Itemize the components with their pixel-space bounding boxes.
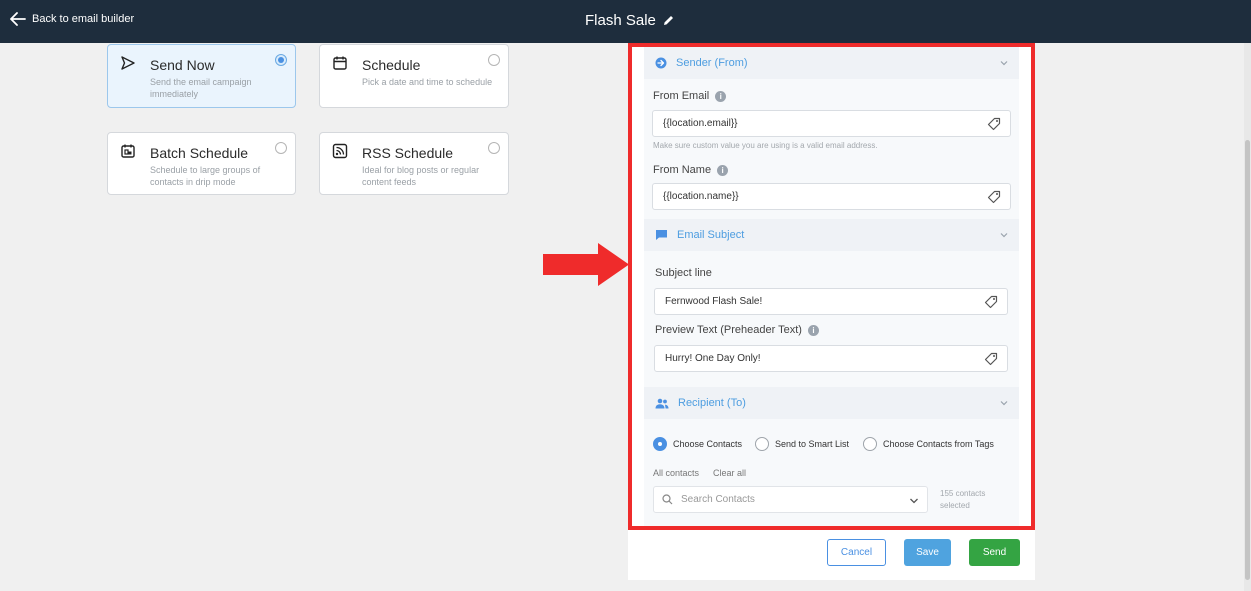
from-name-label: From Name i bbox=[653, 164, 729, 176]
batch-schedule-title: Batch Schedule bbox=[150, 145, 249, 161]
email-subject-section-header[interactable]: Email Subject bbox=[644, 219, 1019, 251]
from-name-value: {{location.name}} bbox=[663, 191, 739, 202]
calendar-icon bbox=[333, 56, 347, 70]
all-contacts-link[interactable]: All contacts bbox=[653, 468, 699, 478]
send-plane-icon bbox=[121, 56, 135, 70]
preview-text-label-text: Preview Text (Preheader Text) bbox=[655, 324, 802, 336]
rss-schedule-desc: Ideal for blog posts or regular content … bbox=[362, 165, 480, 187]
send-button[interactable]: Send bbox=[969, 539, 1020, 566]
search-contacts-placeholder: Search Contacts bbox=[681, 494, 755, 505]
contacts-from-tags-option[interactable]: Choose Contacts from Tags bbox=[863, 437, 994, 451]
rss-icon bbox=[332, 143, 348, 159]
send-now-desc: Send the email campaign immediately bbox=[150, 77, 252, 99]
rss-schedule-card[interactable]: RSS Schedule Ideal for blog posts or reg… bbox=[319, 132, 509, 195]
arrow-circle-icon bbox=[655, 57, 667, 69]
tag-icon[interactable] bbox=[984, 295, 998, 309]
batch-calendar-icon bbox=[121, 144, 135, 158]
smart-list-option[interactable]: Send to Smart List bbox=[755, 437, 849, 451]
choose-contacts-option[interactable]: Choose Contacts bbox=[653, 437, 742, 451]
send-now-radio[interactable] bbox=[275, 54, 287, 66]
search-contacts-dropdown[interactable]: Search Contacts bbox=[653, 486, 928, 513]
from-name-input[interactable]: {{location.name}} bbox=[652, 183, 1011, 210]
recipient-section-header[interactable]: Recipient (To) bbox=[644, 387, 1019, 419]
choose-contacts-radio[interactable] bbox=[653, 437, 667, 451]
schedule-desc: Pick a date and time to schedule bbox=[362, 77, 493, 87]
users-icon bbox=[655, 398, 669, 408]
rss-schedule-title: RSS Schedule bbox=[362, 145, 454, 161]
preview-text-label: Preview Text (Preheader Text) i bbox=[655, 324, 819, 336]
contacts-from-tags-radio[interactable] bbox=[863, 437, 877, 451]
chevron-down-icon bbox=[1000, 233, 1008, 238]
tag-icon[interactable] bbox=[987, 117, 1001, 131]
batch-schedule-desc: Schedule to large groups of contacts in … bbox=[150, 165, 261, 187]
info-icon[interactable]: i bbox=[807, 324, 819, 336]
search-icon bbox=[662, 494, 673, 505]
schedule-title: Schedule bbox=[362, 57, 421, 73]
tag-icon[interactable] bbox=[984, 352, 998, 366]
batch-schedule-card[interactable]: Batch Schedule Schedule to large groups … bbox=[107, 132, 296, 195]
pencil-icon[interactable] bbox=[663, 15, 674, 26]
send-now-card[interactable]: Send Now Send the email campaign immedia… bbox=[107, 44, 296, 108]
contacts-from-tags-label: Choose Contacts from Tags bbox=[883, 439, 994, 449]
info-icon[interactable]: i bbox=[715, 90, 727, 102]
sender-heading: Sender (From) bbox=[676, 57, 748, 69]
clear-all-link[interactable]: Clear all bbox=[713, 468, 746, 478]
batch-schedule-radio[interactable] bbox=[275, 142, 287, 154]
chevron-down-icon bbox=[1000, 401, 1008, 406]
save-button[interactable]: Save bbox=[904, 539, 951, 566]
choose-contacts-label: Choose Contacts bbox=[673, 439, 743, 449]
preview-text-value: Hurry! One Day Only! bbox=[665, 353, 761, 364]
chevron-down-icon bbox=[1000, 61, 1008, 66]
email-subject-heading: Email Subject bbox=[677, 229, 745, 241]
schedule-radio[interactable] bbox=[488, 54, 500, 66]
chevron-down-icon bbox=[910, 498, 918, 504]
smart-list-radio[interactable] bbox=[755, 437, 769, 451]
smart-list-label: Send to Smart List bbox=[775, 439, 850, 449]
rss-schedule-radio[interactable] bbox=[488, 142, 500, 154]
from-email-label: From Email i bbox=[653, 90, 727, 102]
subject-line-input[interactable]: Fernwood Flash Sale! bbox=[654, 288, 1008, 315]
schedule-card[interactable]: Schedule Pick a date and time to schedul… bbox=[319, 44, 509, 108]
contacts-selected-count: 155 contacts selected bbox=[940, 489, 986, 510]
arrow-left-icon bbox=[10, 12, 26, 26]
red-arrow-icon bbox=[543, 243, 629, 286]
from-name-label-text: From Name bbox=[653, 164, 712, 176]
info-icon[interactable]: i bbox=[717, 164, 729, 176]
cancel-button[interactable]: Cancel bbox=[827, 539, 886, 566]
subject-line-value: Fernwood Flash Sale! bbox=[665, 296, 763, 307]
back-label: Back to email builder bbox=[32, 13, 135, 25]
back-to-email-builder-button[interactable]: Back to email builder bbox=[10, 12, 134, 26]
top-bar: Back to email builder Flash Sale bbox=[0, 0, 1251, 43]
subject-line-label: Subject line bbox=[655, 267, 712, 279]
chat-bubble-icon bbox=[656, 230, 667, 240]
send-now-title: Send Now bbox=[150, 57, 215, 73]
page-scrollbar-thumb[interactable] bbox=[1245, 140, 1250, 580]
recipient-heading: Recipient (To) bbox=[678, 397, 746, 409]
campaign-title-text: Flash Sale bbox=[585, 12, 656, 29]
tag-icon[interactable] bbox=[987, 190, 1001, 204]
from-email-input[interactable]: {{location.email}} bbox=[652, 110, 1011, 137]
from-email-value: {{location.email}} bbox=[663, 118, 738, 129]
from-email-hint: Make sure custom value you are using is … bbox=[653, 141, 878, 150]
sender-section-header[interactable]: Sender (From) bbox=[644, 47, 1019, 79]
from-email-label-text: From Email bbox=[653, 90, 710, 102]
preview-text-input[interactable]: Hurry! One Day Only! bbox=[654, 345, 1008, 372]
campaign-title[interactable]: Flash Sale bbox=[585, 12, 674, 29]
